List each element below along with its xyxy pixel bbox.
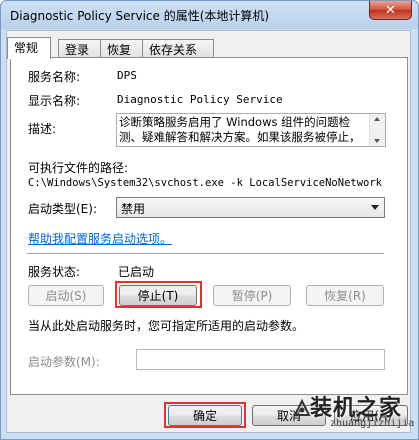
start-params-label: 启动参数(M): bbox=[28, 355, 100, 369]
tab-logon-label: 登录 bbox=[65, 43, 90, 57]
start-button-label: 启动(S) bbox=[45, 289, 87, 303]
chevron-down-icon bbox=[371, 205, 379, 210]
tab-recovery[interactable]: 恢复 bbox=[100, 39, 143, 57]
startup-type-label: 启动类型(E): bbox=[28, 202, 97, 216]
startup-type-value: 禁用 bbox=[121, 202, 146, 216]
watermark-url: zhuangjizhijia bbox=[330, 418, 415, 429]
stop-button-label: 停止(T) bbox=[137, 289, 179, 303]
resume-button[interactable]: 恢复(R) bbox=[306, 285, 384, 306]
display-name-value: Diagnostic Policy Service bbox=[117, 93, 283, 106]
scroll-down-icon[interactable] bbox=[374, 139, 380, 143]
description-scrollbar[interactable] bbox=[369, 114, 385, 146]
divider bbox=[27, 253, 384, 255]
stop-button[interactable]: 停止(T) bbox=[119, 285, 197, 306]
tab-dependencies-label: 依存关系 bbox=[149, 43, 198, 57]
watermark-logo-icon bbox=[293, 398, 311, 416]
description-label: 描述: bbox=[28, 122, 57, 136]
start-params-input[interactable] bbox=[136, 349, 385, 370]
description-text: 诊断策略服务启用了 Windows 组件的问题检测、疑难解答和解决方案。如果该服… bbox=[119, 115, 361, 144]
startup-type-select[interactable]: 禁用 bbox=[116, 197, 385, 218]
service-name-value: DPS bbox=[117, 69, 137, 82]
pause-button-label: 暂停(P) bbox=[231, 289, 273, 303]
window-title: Diagnostic Policy Service 的属性(本地计算机) bbox=[10, 9, 270, 23]
watermark: 装机之家 zhuangjizhijia bbox=[290, 390, 419, 440]
exe-path-label: 可执行文件的路径: bbox=[28, 161, 129, 175]
resume-button-label: 恢复(R) bbox=[324, 289, 366, 303]
tab-recovery-label: 恢复 bbox=[107, 43, 132, 57]
service-status-label: 服务状态: bbox=[28, 265, 81, 279]
close-icon: ✕ bbox=[385, 2, 396, 18]
start-button[interactable]: 启动(S) bbox=[28, 285, 104, 306]
close-button[interactable]: ✕ bbox=[369, 1, 412, 20]
exe-path-value: C:\Windows\System32\svchost.exe -k Local… bbox=[28, 177, 383, 189]
start-params-hint: 当从此处启动服务时，您可指定所适用的启动参数。 bbox=[28, 319, 305, 333]
service-name-label: 服务名称: bbox=[28, 70, 81, 84]
display-name-label: 显示名称: bbox=[28, 94, 81, 108]
tab-general-label: 常规 bbox=[14, 41, 39, 55]
service-status-value: 已启动 bbox=[118, 265, 155, 279]
description-box[interactable]: 诊断策略服务启用了 Windows 组件的问题检测、疑难解答和解决方案。如果该服… bbox=[116, 113, 386, 147]
tab-logon[interactable]: 登录 bbox=[58, 39, 101, 57]
ok-button-label: 确定 bbox=[192, 409, 217, 423]
pause-button[interactable]: 暂停(P) bbox=[213, 285, 291, 306]
scroll-up-icon[interactable] bbox=[374, 117, 380, 121]
tab-general[interactable]: 常规 bbox=[7, 37, 51, 59]
tab-dependencies[interactable]: 依存关系 bbox=[142, 39, 214, 57]
help-configure-link[interactable]: 帮助我配置服务启动选项。 bbox=[28, 230, 172, 247]
ok-button[interactable]: 确定 bbox=[168, 405, 242, 426]
title-bar[interactable]: Diagnostic Policy Service 的属性(本地计算机) ✕ bbox=[1, 1, 418, 29]
